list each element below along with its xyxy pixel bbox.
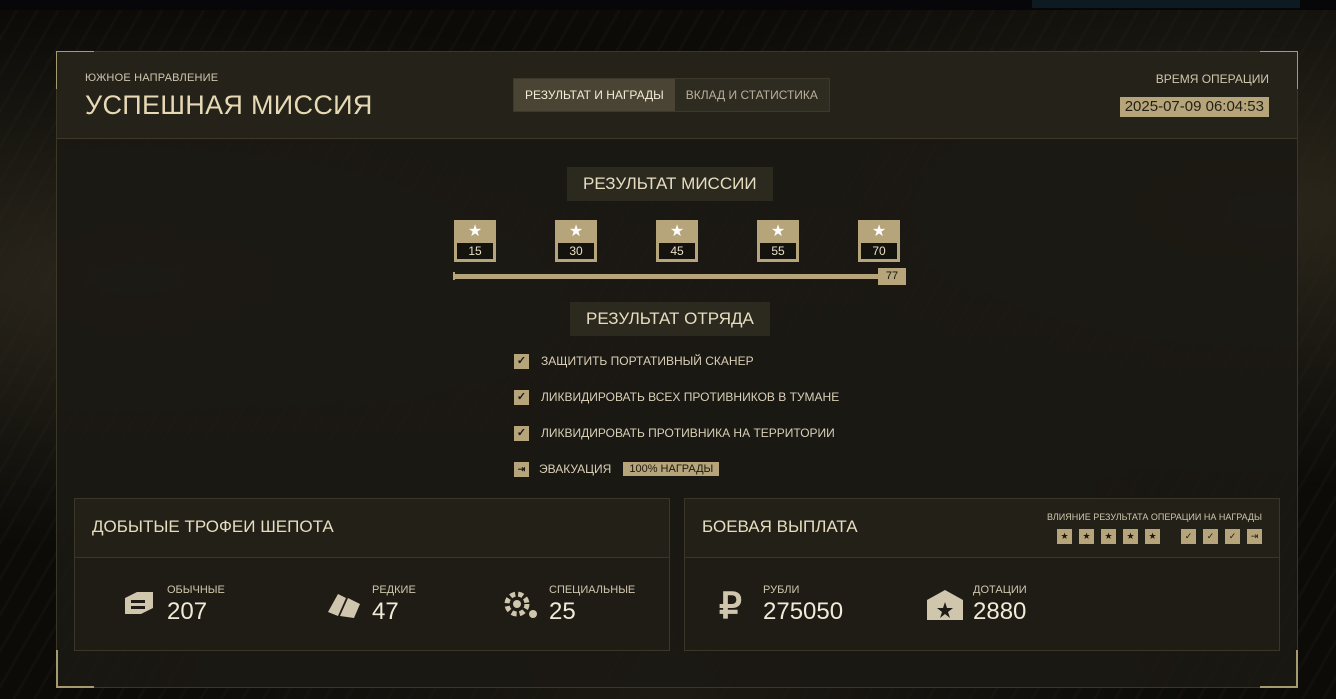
star-icon: ★ xyxy=(568,223,584,240)
objective-item: ✓ ЗАЩИТИТЬ ПОРТАТИВНЫЙ СКАНЕР xyxy=(514,353,754,369)
star-icon: ★ xyxy=(1057,529,1072,544)
threshold-value: 30 xyxy=(558,243,594,259)
star-icon: ★ xyxy=(1079,529,1094,544)
tab-results-rewards[interactable]: РЕЗУЛЬТАТ И НАГРАДЫ xyxy=(514,79,675,111)
subsidy-icon xyxy=(927,590,963,620)
op-time-value: 2025-07-09 06:04:53 xyxy=(1119,97,1269,117)
payout-title: БОЕВАЯ ВЫПЛАТА xyxy=(702,517,858,536)
influence-indicators: ★ ★ ★ ★ ★ ✓ ✓ ✓ ⇥ xyxy=(1050,529,1262,544)
trophy-common-value: 207 xyxy=(167,598,208,625)
check-icon: ✓ xyxy=(1225,529,1240,544)
mission-result-title: РЕЗУЛЬТАТ МИССИИ xyxy=(567,167,773,201)
objective-label: ЛИКВИДИРОВАТЬ ПРОТИВНИКА НА ТЕРРИТОРИИ xyxy=(541,426,835,440)
special-trophy-icon xyxy=(504,591,537,618)
threshold-star-2: ★ 30 xyxy=(555,220,597,262)
star-icon: ★ xyxy=(669,223,685,240)
threshold-star-5: ★ 70 xyxy=(858,220,900,262)
star-icon: ★ xyxy=(1101,529,1116,544)
threshold-star-3: ★ 45 xyxy=(656,220,698,262)
objective-label: ЗАЩИТИТЬ ПОРТАТИВНЫЙ СКАНЕР xyxy=(541,354,754,368)
check-icon: ✓ xyxy=(1181,529,1196,544)
trophy-special-label: СПЕЦИАЛЬНЫЕ xyxy=(549,584,636,596)
op-time-label: ВРЕМЯ ОПЕРАЦИИ xyxy=(1155,72,1269,86)
exit-icon: ⇥ xyxy=(514,461,529,477)
trophies-panel: ДОБЫТЫЕ ТРОФЕИ ШЕПОТА ОБЫЧНЫЕ 207 РЕДКИЕ… xyxy=(74,498,670,651)
threshold-value: 55 xyxy=(760,243,796,259)
mission-score-badge: 77 xyxy=(878,268,906,285)
trophy-rare-value: 47 xyxy=(372,598,399,625)
results-window: ЮЖНОЕ НАПРАВЛЕНИЕ УСПЕШНАЯ МИССИЯ РЕЗУЛЬ… xyxy=(56,51,1298,688)
svg-text:₽: ₽ xyxy=(719,585,742,624)
ruble-icon: ₽ xyxy=(719,585,742,624)
threshold-star-1: ★ 15 xyxy=(454,220,496,262)
threshold-value: 15 xyxy=(457,243,493,259)
tab-contribution-stats[interactable]: ВКЛАД И СТАТИСТИКА xyxy=(675,79,829,111)
common-trophy-icon xyxy=(125,592,153,614)
direction-subtitle: ЮЖНОЕ НАПРАВЛЕНИЕ xyxy=(85,72,219,84)
check-icon: ✓ xyxy=(1203,529,1218,544)
squad-result-title: РЕЗУЛЬТАТ ОТРЯДА xyxy=(570,302,770,336)
star-icon: ★ xyxy=(1145,529,1160,544)
trophy-rare: РЕДКИЕ 47 xyxy=(324,584,474,632)
mission-title: УСПЕШНАЯ МИССИЯ xyxy=(85,90,373,120)
evacuation-item: ⇥ ЭВАКУАЦИЯ 100% НАГРАДЫ xyxy=(514,461,720,477)
star-icon: ★ xyxy=(770,223,786,240)
evacuation-label: ЭВАКУАЦИЯ xyxy=(539,462,612,476)
influence-label: ВЛИЯНИЕ РЕЗУЛЬТАТА ОПЕРАЦИИ НА НАГРАДЫ xyxy=(1046,512,1262,522)
threshold-value: 45 xyxy=(659,243,695,259)
trophy-common: ОБЫЧНЫЕ 207 xyxy=(119,584,269,632)
payout-rubles: ₽ РУБЛИ 275050 xyxy=(715,584,895,632)
threshold-value: 70 xyxy=(861,243,897,259)
check-icon: ✓ xyxy=(514,425,529,441)
subsidies-value: 2880 xyxy=(973,598,1027,625)
trophy-special: СПЕЦИАЛЬНЫЕ 25 xyxy=(501,584,661,632)
objective-item: ✓ ЛИКВИДИРОВАТЬ ВСЕХ ПРОТИВНИКОВ В ТУМАН… xyxy=(514,389,839,405)
rubles-label: РУБЛИ xyxy=(763,584,800,596)
mission-progress-bar xyxy=(453,274,901,279)
payout-panel: БОЕВАЯ ВЫПЛАТА ВЛИЯНИЕ РЕЗУЛЬТАТА ОПЕРАЦ… xyxy=(684,498,1280,651)
check-icon: ✓ xyxy=(514,389,529,405)
check-icon: ✓ xyxy=(514,353,529,369)
star-icon: ★ xyxy=(871,223,887,240)
top-bar xyxy=(0,0,1336,10)
header: ЮЖНОЕ НАПРАВЛЕНИЕ УСПЕШНАЯ МИССИЯ РЕЗУЛЬ… xyxy=(57,52,1297,139)
subsidies-label: ДОТАЦИИ xyxy=(973,584,1027,596)
rare-trophy-icon xyxy=(328,594,360,618)
trophies-title: ДОБЫТЫЕ ТРОФЕИ ШЕПОТА xyxy=(92,517,334,536)
reward-percent-badge: 100% НАГРАДЫ xyxy=(623,462,720,476)
trophy-rare-label: РЕДКИЕ xyxy=(372,584,416,596)
star-icon: ★ xyxy=(1123,529,1138,544)
tab-bar: РЕЗУЛЬТАТ И НАГРАДЫ ВКЛАД И СТАТИСТИКА xyxy=(513,78,830,112)
objective-label: ЛИКВИДИРОВАТЬ ВСЕХ ПРОТИВНИКОВ В ТУМАНЕ xyxy=(541,390,840,404)
payout-subsidies: ДОТАЦИИ 2880 xyxy=(925,584,1105,632)
star-icon: ★ xyxy=(467,223,483,240)
rubles-value: 275050 xyxy=(763,598,844,625)
mission-progress-fill xyxy=(453,274,901,279)
top-right-bar xyxy=(1032,0,1300,8)
objective-item: ✓ ЛИКВИДИРОВАТЬ ПРОТИВНИКА НА ТЕРРИТОРИИ xyxy=(514,425,835,441)
exit-icon: ⇥ xyxy=(1247,529,1262,544)
threshold-star-4: ★ 55 xyxy=(757,220,799,262)
trophy-common-label: ОБЫЧНЫЕ xyxy=(167,584,225,596)
trophy-special-value: 25 xyxy=(549,598,576,625)
